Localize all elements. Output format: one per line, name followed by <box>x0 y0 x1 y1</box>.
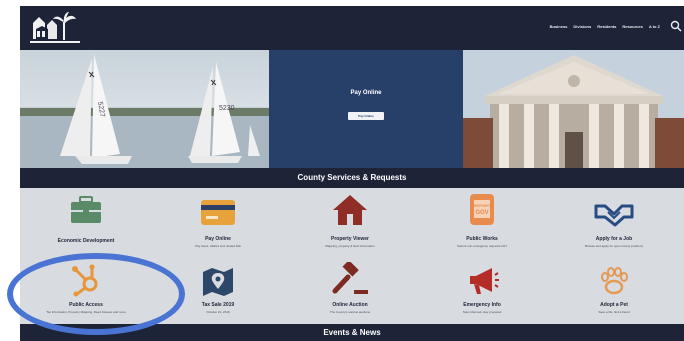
card-subtitle: Browse and apply for open county positio… <box>584 244 644 248</box>
map-pin-icon <box>203 268 233 296</box>
card-subtitle: Mapping, property & land information <box>325 244 375 248</box>
card-subtitle: Stay informed, stay prepared <box>462 310 502 314</box>
card-pay-online[interactable]: Pay Online Pay taxes, utilities and rela… <box>152 188 284 248</box>
report-gov-icon: REPORT GOV <box>470 194 494 225</box>
card-subtitle: Submit non-emergency requests 24/7 <box>456 244 508 248</box>
gavel-icon <box>332 262 368 294</box>
card-property-viewer[interactable]: Property Viewer Mapping, property & land… <box>284 188 416 248</box>
card-online-auction[interactable]: Online Auction The County's surplus auct… <box>284 258 416 320</box>
highlight-circle <box>7 253 185 335</box>
card-title: Emergency Info <box>463 302 501 308</box>
nav-residents[interactable]: Residents <box>597 24 616 29</box>
handshake-icon <box>594 204 634 227</box>
sail-number-2: 5230 <box>219 105 235 112</box>
card-title: Adopt a Pet <box>600 302 628 308</box>
card-title: Pay Online <box>205 236 231 242</box>
search-icon[interactable] <box>670 20 682 32</box>
courthouse-illustration <box>463 50 684 168</box>
house-icon <box>333 195 367 225</box>
card-title: Economic Development <box>57 238 115 244</box>
card-emergency-info[interactable]: Emergency Info Stay informed, stay prepa… <box>416 258 548 320</box>
card-economic-development[interactable]: Economic Development <box>20 188 152 248</box>
main-nav: Business Divisions Residents Resources A… <box>550 24 660 29</box>
county-seal-logo[interactable] <box>28 9 84 47</box>
sailboats-illustration: 5227 5230 <box>20 54 269 168</box>
nav-a-to-z[interactable]: A to Z <box>649 24 660 29</box>
briefcase-icon <box>71 196 101 223</box>
nav-resources[interactable]: Resources <box>622 24 642 29</box>
services-heading: County Services & Requests <box>20 168 684 188</box>
pay-online-button[interactable]: Pay Online <box>348 112 384 120</box>
nav-business[interactable]: Business <box>550 24 568 29</box>
pay-online-panel: Pay Online Pay Online <box>269 50 463 168</box>
card-adopt-a-pet[interactable]: Adopt a Pet Save a life, find a friend <box>548 258 680 320</box>
credit-card-icon <box>201 200 235 225</box>
card-title: Property Viewer <box>331 236 369 242</box>
card-apply-for-a-job[interactable]: Apply for a Job Browse and apply for ope… <box>548 188 680 248</box>
hero-banner: 5227 5230 Pay Online Pay Online <box>20 50 684 168</box>
card-title: Apply for a Job <box>595 236 633 242</box>
megaphone-icon <box>470 268 499 294</box>
card-title: Public Works <box>466 236 498 242</box>
svg-text:REPORT: REPORT <box>474 203 491 208</box>
courthouse-image <box>463 50 684 168</box>
svg-text:GOV: GOV <box>475 210 488 216</box>
paw-icon <box>601 267 628 295</box>
card-subtitle: The County's surplus auctions <box>329 310 371 314</box>
site-header: Business Divisions Residents Resources A… <box>20 6 684 50</box>
card-subtitle: Pay taxes, utilities and related bills <box>195 244 241 248</box>
nav-divisions[interactable]: Divisions <box>573 24 591 29</box>
card-subtitle: Save a life, find a friend <box>598 310 630 314</box>
card-public-works[interactable]: REPORT GOV Public Works Submit non-emerg… <box>416 188 548 248</box>
pay-online-title: Pay Online <box>350 90 382 96</box>
sailboats-image: 5227 5230 <box>20 50 269 168</box>
card-title: Online Auction <box>332 302 368 308</box>
